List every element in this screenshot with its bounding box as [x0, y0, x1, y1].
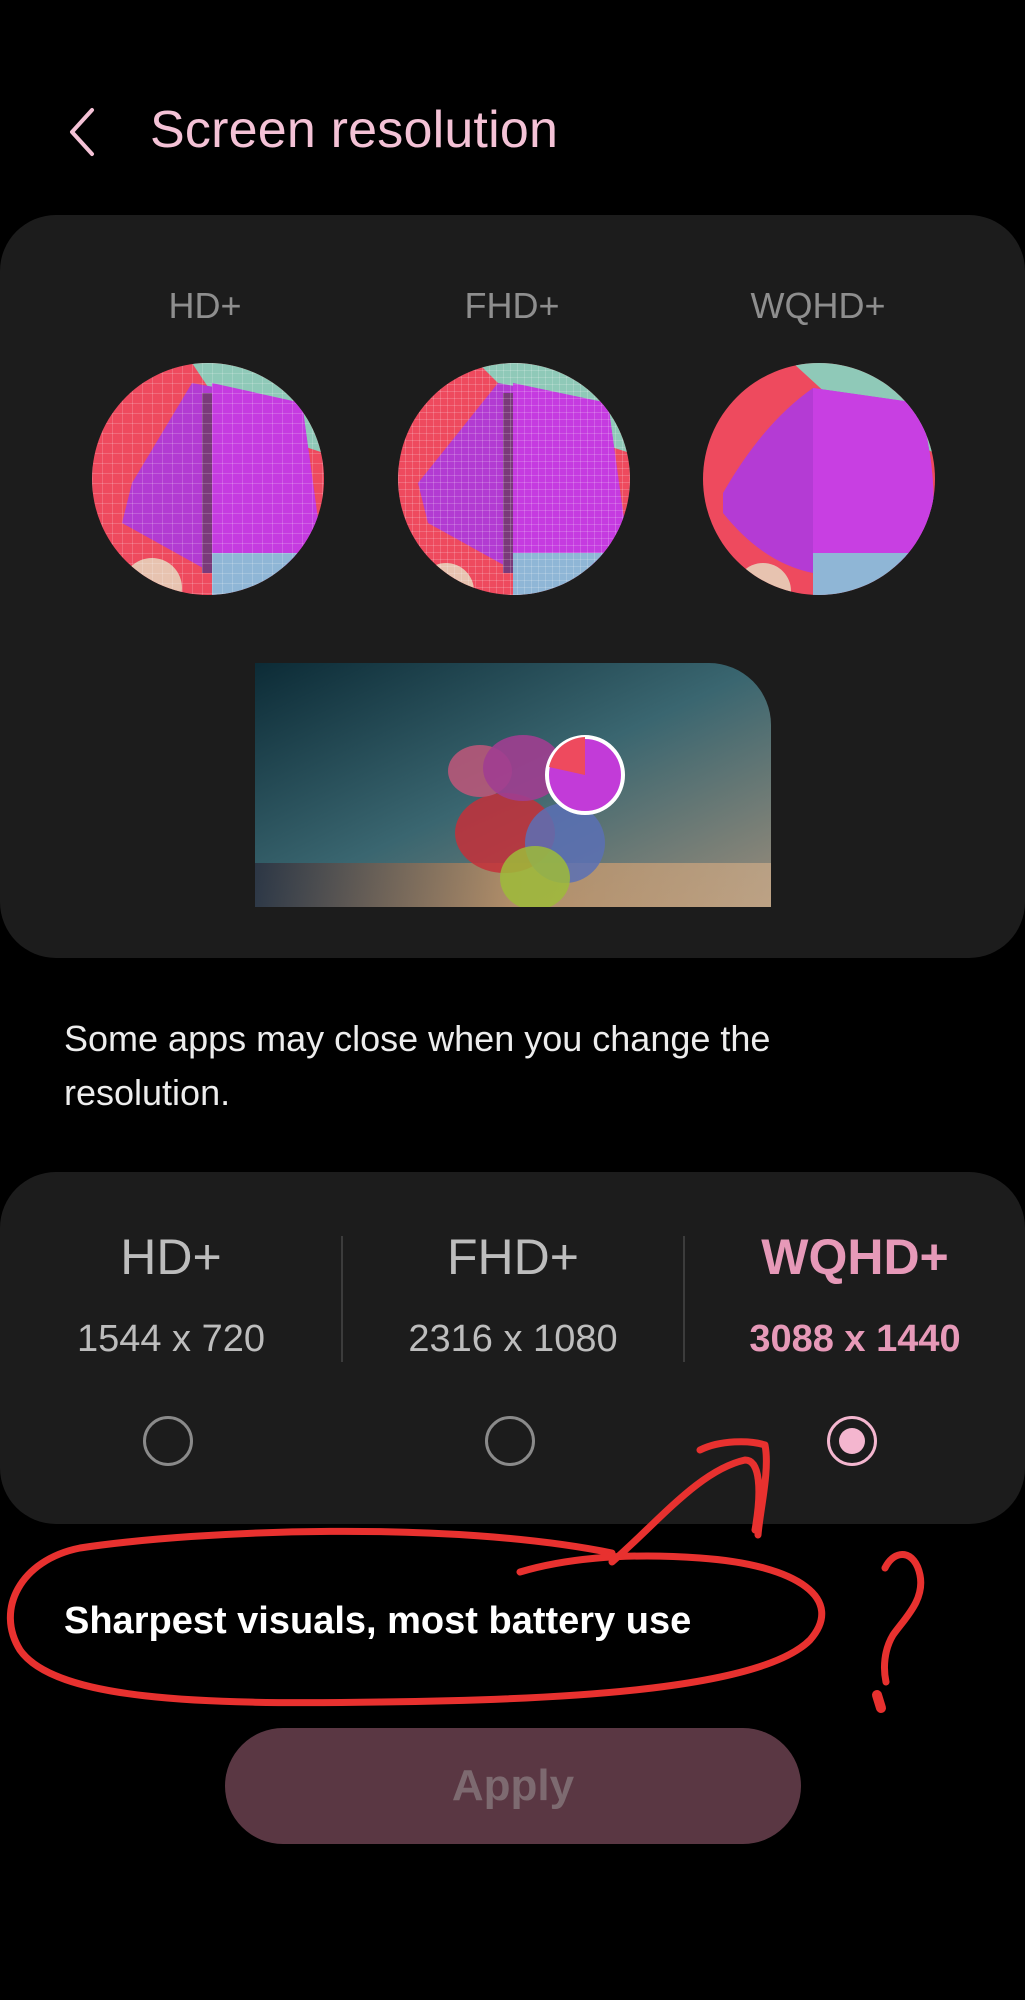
- resolution-options: HD+ 1544 x 720 FHD+ 2316 x 1080 WQHD+ 30…: [0, 1172, 1025, 1524]
- wqhd-sample-image: [703, 363, 935, 595]
- apply-button[interactable]: Apply: [225, 1728, 801, 1844]
- option-name: FHD+: [447, 1229, 579, 1285]
- page-title: Screen resolution: [150, 101, 559, 159]
- pixel-grid: [92, 363, 324, 595]
- radio-wqhd[interactable]: [827, 1416, 877, 1466]
- hd-sample-image: [92, 363, 324, 595]
- radio-fhd[interactable]: [485, 1416, 535, 1466]
- header: Screen resolution: [0, 60, 1025, 200]
- preview-label-fhd: FHD+: [464, 285, 560, 326]
- option-hd[interactable]: HD+ 1544 x 720: [1, 1172, 341, 1524]
- wallpaper-preview: [255, 663, 771, 907]
- option-fhd[interactable]: FHD+ 2316 x 1080: [343, 1172, 683, 1524]
- preview-label-hd: HD+: [168, 285, 242, 326]
- chevron-left-icon: [70, 108, 94, 156]
- resolution-preview-card: HD+ FHD+ WQHD+: [0, 215, 1025, 958]
- back-button[interactable]: [58, 102, 108, 162]
- option-description: Sharpest visuals, most battery use: [64, 1600, 692, 1642]
- radio-hd[interactable]: [143, 1416, 193, 1466]
- option-name: WQHD+: [761, 1229, 949, 1285]
- radio-selected-dot: [839, 1428, 865, 1454]
- preview-label-wqhd: WQHD+: [750, 285, 886, 326]
- pixel-grid: [398, 363, 630, 595]
- option-resolution: 1544 x 720: [76, 1318, 266, 1360]
- option-resolution: 2316 x 1080: [408, 1318, 618, 1360]
- resolution-note: Some apps may close when you change the …: [64, 1018, 771, 1113]
- fhd-sample-image: [398, 363, 630, 595]
- option-resolution: 3088 x 1440: [749, 1318, 961, 1360]
- option-name: HD+: [120, 1229, 222, 1285]
- option-wqhd[interactable]: WQHD+ 3088 x 1440: [685, 1172, 1025, 1524]
